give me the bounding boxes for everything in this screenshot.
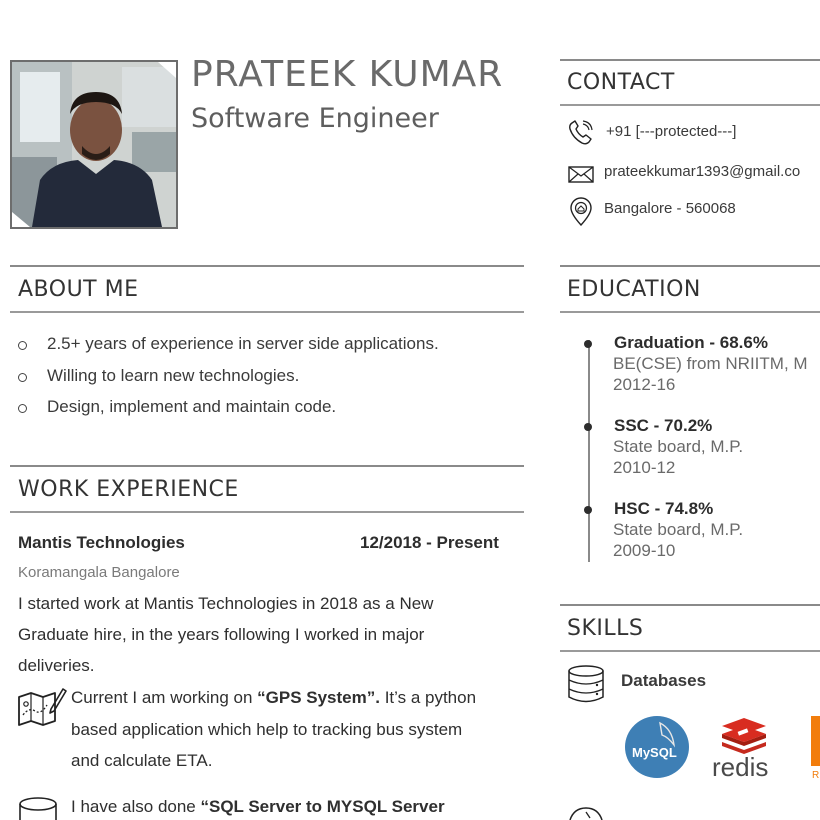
partial-logo: R (811, 716, 820, 780)
email-address[interactable]: prateekkumar1393@gmail.co (604, 163, 800, 180)
about-bottom-rule (10, 311, 524, 313)
redis-logo: redis (712, 718, 768, 780)
education-years: 2012-16 (613, 375, 676, 394)
company-name: Mantis Technologies (18, 533, 185, 552)
contact-heading: CONTACT (567, 70, 675, 95)
contact-email: prateekkumar1393@gmail.co (567, 160, 820, 184)
work-heading: WORK EXPERIENCE (18, 477, 239, 502)
mysql-logo: MySQL (625, 716, 689, 778)
phone-icon (569, 120, 593, 145)
education-degree: HSC - 74.8% (614, 499, 714, 518)
bullet-icon (18, 372, 27, 382)
timeline-dot (584, 340, 592, 348)
education-timeline (588, 340, 590, 562)
education-bottom-rule (560, 311, 820, 313)
redis-logo-text: redis (712, 752, 768, 780)
partial-logo-text: R (812, 770, 819, 780)
database-icon (19, 797, 57, 820)
mail-icon (568, 166, 594, 183)
bullet-icon (18, 404, 27, 413)
location-icon (570, 197, 592, 227)
skills-heading: SKILLS (567, 616, 644, 641)
education-years: 2010-12 (613, 458, 676, 477)
project-line: and calculate ETA. (71, 751, 213, 770)
skill-category-databases: Databases (621, 671, 707, 690)
map-icon (18, 688, 67, 726)
project-line: based application which help to tracking… (71, 720, 463, 739)
work-bottom-rule (10, 511, 524, 513)
bullet-icon (18, 341, 27, 350)
timeline-dot (584, 423, 592, 431)
mysql-logo-text: MySQL (632, 745, 677, 760)
address-text: Bangalore - 560068 (604, 200, 736, 217)
education-top-rule (560, 265, 820, 267)
contact-top-rule (560, 59, 820, 61)
project-line: I have also done “SQL Server to MYSQL Se… (71, 797, 445, 816)
company-location: Koramangala Bangalore (18, 564, 180, 581)
skill-category-icon (569, 807, 603, 820)
work-summary-line: deliveries. (18, 656, 95, 675)
education-years: 2009-10 (613, 541, 676, 560)
contact-bottom-rule (560, 104, 820, 106)
work-summary-line: I started work at Mantis Technologies in… (18, 594, 434, 613)
candidate-name: PRATEEK KUMAR (191, 54, 504, 95)
contact-phone: +91 [---protected---] (567, 120, 820, 145)
skills-bottom-rule (560, 650, 820, 652)
skills-top-rule (560, 604, 820, 606)
phone-number[interactable]: +91 [---protected---] (606, 123, 736, 140)
job-title: Software Engineer (191, 103, 439, 134)
education-degree: Graduation - 68.6% (614, 333, 768, 352)
education-institution: State board, M.P. (613, 520, 744, 539)
education-heading: EDUCATION (567, 277, 701, 302)
profile-photo (10, 60, 178, 229)
employment-dates: 12/2018 - Present (360, 533, 499, 552)
education-degree: SSC - 70.2% (614, 416, 713, 435)
about-heading: ABOUT ME (18, 277, 139, 302)
about-top-rule (10, 265, 524, 267)
project-line: Current I am working on “GPS System”. It… (71, 688, 477, 707)
timeline-dot (584, 506, 592, 514)
database-icon (568, 665, 604, 703)
contact-address: Bangalore - 560068 (567, 197, 820, 227)
work-top-rule (10, 465, 524, 467)
education-institution: State board, M.P. (613, 437, 744, 456)
work-summary-line: Graduate hire, in the years following I … (18, 625, 425, 644)
education-institution: BE(CSE) from NRIITM, M (613, 354, 808, 373)
